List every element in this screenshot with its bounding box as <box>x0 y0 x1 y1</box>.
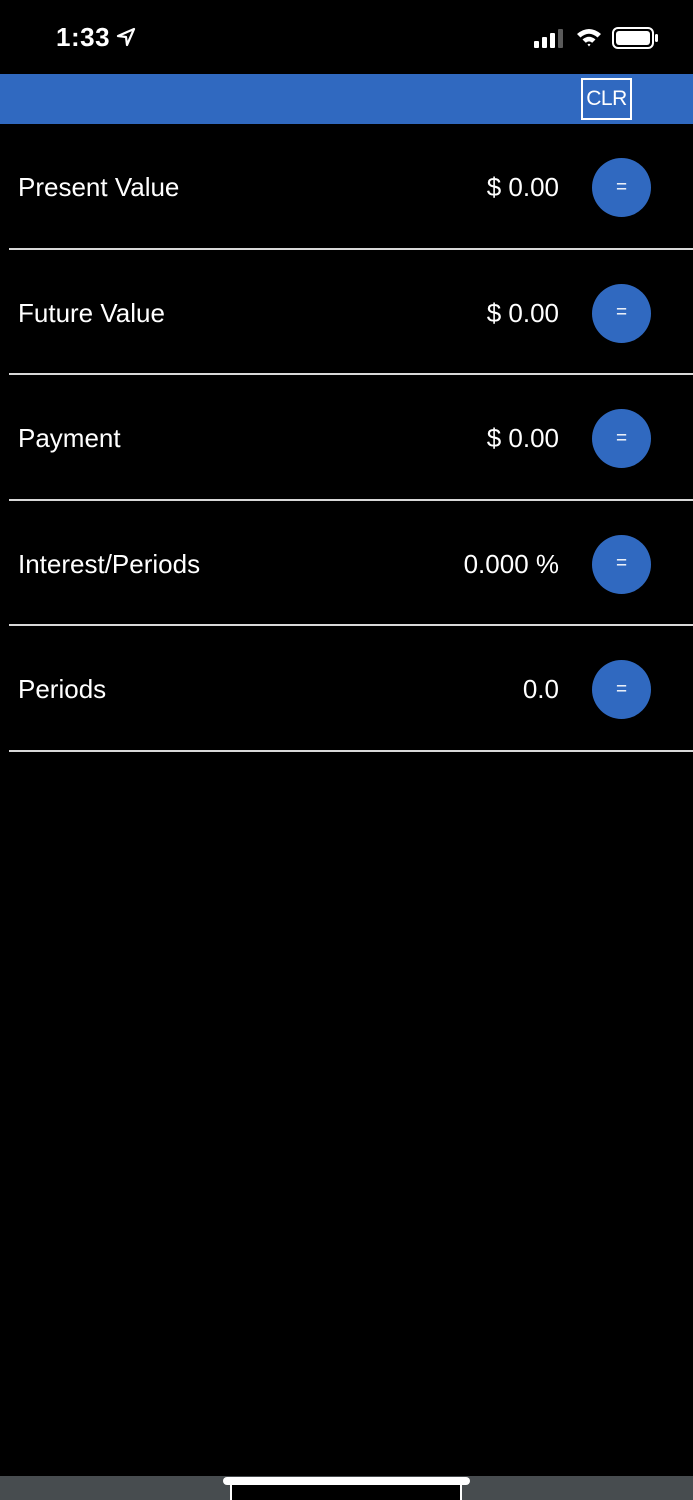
battery-icon <box>612 27 658 49</box>
row-label: Future Value <box>18 297 165 328</box>
home-indicator[interactable] <box>223 1477 470 1485</box>
nav-bar: CLR <box>0 74 693 124</box>
row-label: Payment <box>18 423 121 453</box>
calculator-rows: Present Value $ 0.00 = Future Value $ 0.… <box>0 124 693 752</box>
status-bar: 1:33 <box>0 0 693 74</box>
row-label: Present Value <box>18 172 180 202</box>
row-label: Periods <box>18 674 107 704</box>
row-value[interactable]: $ 0.00 <box>487 423 559 454</box>
bottom-bar <box>0 1476 693 1500</box>
compute-future-value-button[interactable]: = <box>592 283 651 343</box>
row-future-value[interactable]: Future Value $ 0.00 = <box>0 250 693 375</box>
cellular-signal-icon <box>534 29 563 48</box>
row-value[interactable]: 0.0 <box>523 674 559 705</box>
calculator-screen: 1:33 CLR Present Value $ 0.00 = Future V… <box>0 0 693 1500</box>
row-value[interactable]: $ 0.00 <box>487 172 559 203</box>
compute-present-value-button[interactable]: = <box>592 158 651 217</box>
wifi-icon <box>577 29 601 47</box>
location-arrow-icon <box>116 27 136 47</box>
compute-interest-button[interactable]: = <box>592 534 651 594</box>
status-time: 1:33 <box>56 22 111 52</box>
row-value[interactable]: 0.000 % <box>464 549 559 580</box>
compute-payment-button[interactable]: = <box>592 409 651 468</box>
row-label: Interest/Periods <box>18 548 201 579</box>
row-interest-periods[interactable]: Interest/Periods 0.000 % = <box>0 501 693 626</box>
compute-periods-button[interactable]: = <box>592 660 651 719</box>
row-payment[interactable]: Payment $ 0.00 = <box>0 375 693 501</box>
row-divider <box>9 749 693 752</box>
row-present-value[interactable]: Present Value $ 0.00 = <box>0 124 693 250</box>
clear-button[interactable]: CLR <box>581 78 632 120</box>
row-value[interactable]: $ 0.00 <box>487 298 559 329</box>
row-periods[interactable]: Periods 0.0 = <box>0 626 693 752</box>
